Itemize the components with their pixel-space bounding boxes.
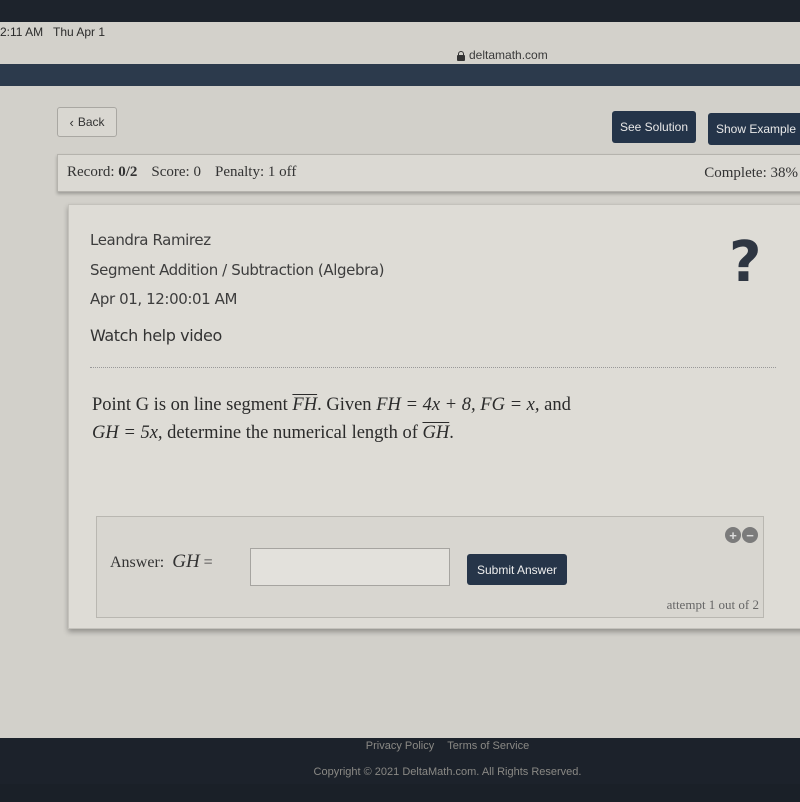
answer-box: + − Answer: GH = Submit Answer attempt 1… xyxy=(96,516,764,618)
problem-text-part: Point G is on line segment xyxy=(92,395,293,415)
attempt-counter: attempt 1 out of 2 xyxy=(666,597,759,612)
back-label: Back xyxy=(77,115,105,129)
assignment-date: Apr 01, 12:00:01 AM xyxy=(90,290,238,308)
complete-label: Complete: xyxy=(704,165,767,181)
penalty-value: 1 off xyxy=(267,164,297,180)
watch-help-video-link[interactable]: Watch help video xyxy=(90,326,222,345)
segment-fh: FH xyxy=(292,395,318,415)
chevron-left-icon: ‹ xyxy=(69,114,74,130)
lock-icon xyxy=(457,50,465,61)
answer-equals: = xyxy=(203,554,213,571)
page-content: ‹ Back See Solution Show Example Record:… xyxy=(0,86,800,778)
status-time: 2:11 AM xyxy=(0,25,44,39)
help-question-icon[interactable]: ? xyxy=(729,235,761,291)
complete-stat: Complete: 38% xyxy=(704,165,798,182)
submit-answer-button[interactable]: Submit Answer xyxy=(467,554,567,585)
url-text: deltamath.com xyxy=(469,48,548,62)
plus-icon[interactable]: + xyxy=(725,527,741,543)
equation-given: FH = 4x + 8, FG = x, xyxy=(376,395,540,415)
equation-gh: GH = 5x, xyxy=(92,423,163,443)
divider xyxy=(90,367,776,368)
show-example-button[interactable]: Show Example xyxy=(708,113,800,145)
answer-prefix: Answer: xyxy=(110,554,165,571)
answer-label: Answer: GH = xyxy=(110,551,213,573)
problem-card: Leandra Ramirez Segment Addition / Subtr… xyxy=(68,204,800,629)
student-name: Leandra Ramirez xyxy=(90,231,211,249)
record-stat: Record: 0/2 xyxy=(67,164,137,181)
screen-bezel-top xyxy=(0,0,800,22)
problem-text: Point G is on line segment FH. Given FH … xyxy=(92,391,772,447)
address-bar[interactable]: deltamath.com xyxy=(457,48,548,62)
zoom-controls: + − xyxy=(725,527,758,543)
see-solution-button[interactable]: See Solution xyxy=(612,111,696,143)
back-button[interactable]: ‹ Back xyxy=(57,107,117,137)
problem-text-part: determine the numerical length of xyxy=(162,423,423,443)
skill-topic: Segment Addition / Subtraction (Algebra) xyxy=(90,261,385,279)
site-navbar xyxy=(0,64,800,86)
score-label: Score: xyxy=(151,164,190,180)
problem-text-part: . Given xyxy=(317,395,377,415)
status-date: Thu Apr 1 xyxy=(53,25,106,39)
record-bar: Record: 0/2 Score: 0 Penalty: 1 off Comp… xyxy=(57,154,800,192)
privacy-policy-link[interactable]: Privacy Policy xyxy=(366,740,434,752)
record-label: Record: xyxy=(67,164,115,180)
answer-input[interactable] xyxy=(250,548,450,586)
problem-text-part: and xyxy=(539,395,571,415)
problem-text-part: . xyxy=(449,423,454,443)
minus-icon[interactable]: − xyxy=(742,527,758,543)
status-bar: 2:11 AM Thu Apr 1 deltamath.com xyxy=(0,22,800,64)
record-value: 0/2 xyxy=(118,164,138,180)
score-value: 0 xyxy=(193,164,201,180)
answer-variable: GH xyxy=(172,551,200,572)
score-stat: Score: 0 xyxy=(151,164,201,181)
screen-bezel-bottom xyxy=(0,784,800,802)
copyright-text: Copyright © 2021 DeltaMath.com. All Righ… xyxy=(313,766,582,778)
footer-links: Privacy Policy Terms of Service xyxy=(0,740,800,752)
penalty-stat: Penalty: 1 off xyxy=(215,164,296,181)
terms-of-service-link[interactable]: Terms of Service xyxy=(447,740,529,752)
penalty-label: Penalty: xyxy=(214,164,265,180)
complete-value: 38% xyxy=(770,165,799,181)
segment-gh: GH xyxy=(422,423,450,443)
